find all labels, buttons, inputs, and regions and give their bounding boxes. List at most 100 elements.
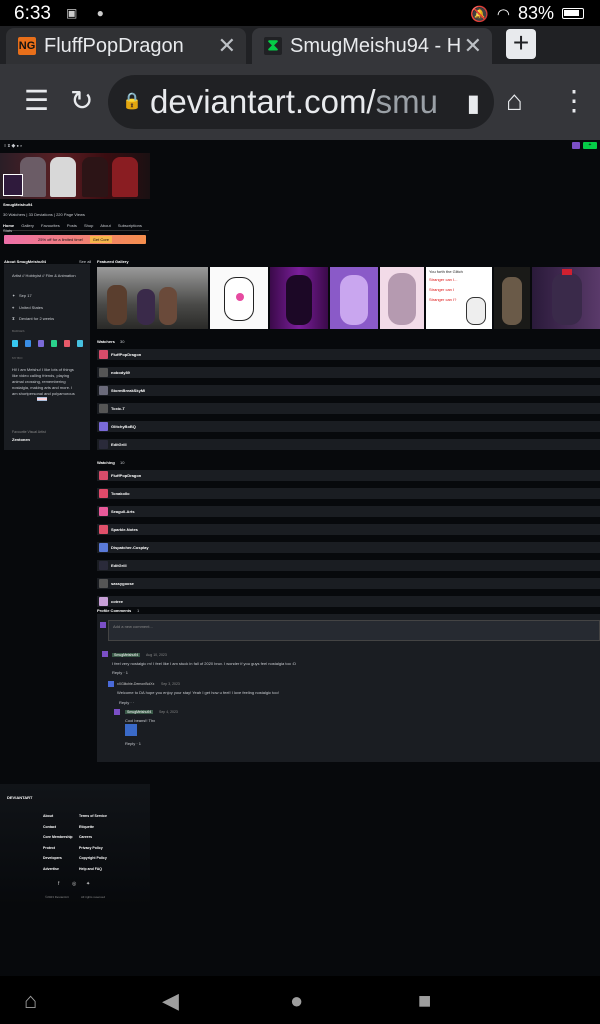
comment-author[interactable]: SmugMeishu94 [125, 710, 154, 714]
badge-icon[interactable] [64, 340, 70, 347]
favourite-value[interactable]: Zentonen [12, 437, 30, 442]
watcher-row[interactable]: Toxic-T [97, 403, 600, 414]
reload-icon[interactable]: ↻ [70, 86, 93, 116]
gallery-thumb[interactable] [97, 267, 208, 329]
watching-heading: Watching [97, 460, 115, 465]
tab-fluffpopdragon[interactable]: NG FluffPopDragon ✕ [6, 28, 246, 64]
thumb-caption: You forth the Glitch [429, 269, 463, 274]
watcher-row[interactable]: StormBreakSkyMl [97, 385, 600, 396]
thumb-figure [340, 275, 368, 325]
core-promo-banner[interactable]: 25% off for a limited time! Get Core [4, 235, 146, 244]
recents-button-icon[interactable]: ■ [418, 988, 431, 1014]
gallery-thumb[interactable] [330, 267, 378, 329]
watching-row[interactable]: Sparkle-Notes [97, 524, 600, 535]
gallery-thumb[interactable] [494, 267, 530, 329]
new-tab-button[interactable]: + [506, 29, 536, 59]
watcher-row[interactable]: nobody89 [97, 367, 600, 378]
avatar [99, 471, 108, 480]
badge-icon[interactable] [51, 340, 57, 347]
gallery-thumb[interactable] [210, 267, 268, 329]
comment-author[interactable]: SmugMeishu94 [112, 653, 141, 657]
footer-link[interactable]: Careers [79, 835, 92, 839]
close-tab-icon[interactable]: ✕ [218, 33, 236, 59]
facebook-icon[interactable]: f [58, 881, 59, 887]
footer-link[interactable]: Advertise [43, 867, 59, 871]
nav-icons[interactable]: ≡ ⧗ ◆ ● ⌕ [4, 143, 22, 148]
comment-actions[interactable]: Reply · · [119, 700, 134, 705]
watcher-row[interactable]: GlitchyBoBQ [97, 421, 600, 432]
comments-heading: Profile Comments [97, 608, 132, 613]
footer-link[interactable]: Copyright Policy [79, 856, 107, 860]
submit-button[interactable]: + [583, 142, 597, 149]
menu-icon[interactable]: ☰ [24, 86, 49, 116]
watcher-row[interactable]: FluffPopDragon [97, 349, 600, 360]
badge-icon[interactable] [12, 340, 18, 347]
comment-author[interactable]: xXGlitchie-DemonBoiXx [117, 682, 154, 686]
instagram-icon[interactable]: ◎ [72, 881, 76, 887]
bookmark-icon[interactable]: ▮ [467, 89, 480, 118]
gallery-thumb[interactable] [270, 267, 328, 329]
deviant-icon: ⧗ [12, 316, 15, 321]
tab-shop[interactable]: Shop [84, 223, 93, 228]
footer-link[interactable]: Terms of Service [79, 814, 107, 818]
location-icon: ⌖ [12, 305, 15, 310]
deviantart-logo[interactable]: DEVIANTART [7, 795, 32, 800]
footer-link[interactable]: Etiquette [79, 825, 94, 829]
twitter-icon[interactable]: ✦ [86, 881, 90, 887]
close-tab-icon[interactable]: ✕ [464, 33, 482, 59]
user-avatar[interactable] [3, 174, 23, 196]
comment-text: I feel very nostalgic rn! I feel like I … [112, 661, 297, 666]
watching-row[interactable]: cotree [97, 596, 600, 607]
tab-smugmeishu94[interactable]: ⧗ SmugMeishu94 - H ✕ [252, 28, 492, 64]
featured-heading: Featured Gallery [97, 259, 129, 264]
banner-art [20, 157, 46, 197]
footer-link[interactable]: Contact [43, 825, 56, 829]
watching-row[interactable]: Dispatcher-Cosplay [97, 542, 600, 553]
gallery-thumb[interactable]: You forth the Glitch Stranger can I... S… [426, 267, 492, 329]
comment-text: Welcome to DA hope you enjoy your stay! … [117, 690, 279, 695]
tab-gallery[interactable]: Gallery [21, 223, 34, 228]
badge-icon[interactable] [77, 340, 83, 347]
profile-avatar-small[interactable] [572, 142, 580, 149]
home-button-icon[interactable]: ● [290, 988, 303, 1014]
comment-actions[interactable]: Reply · 1 [125, 741, 141, 746]
comment-input[interactable]: Add a new comment... [108, 620, 600, 641]
footer-link[interactable]: Developers [43, 856, 62, 860]
badge-icon[interactable] [25, 340, 31, 347]
watching-row[interactable]: sassygoose [97, 578, 600, 589]
footer-link[interactable]: Protect [43, 846, 55, 850]
comment-date: Sep 4, 2023 [159, 710, 178, 714]
get-core-button[interactable]: Get Core [89, 236, 112, 243]
assistant-icon[interactable]: ⌂ [24, 988, 37, 1014]
tab-stats[interactable]: Stats [3, 228, 12, 233]
watching-row[interactable]: Tonakollo [97, 488, 600, 499]
badges-label: BADGES [12, 329, 25, 333]
comment-actions[interactable]: Reply · 1 [112, 670, 128, 675]
footer-link[interactable]: Core Membership [43, 835, 73, 839]
avatar [99, 543, 108, 552]
footer-link[interactable]: Help and FAQ [79, 867, 102, 871]
tab-subscriptions[interactable]: Subscriptions [118, 223, 142, 228]
watching-row[interactable]: EditGrill [97, 560, 600, 571]
deviantart-favicon-icon: ⧗ [264, 37, 282, 55]
gallery-thumb[interactable] [380, 267, 424, 329]
tab-posts[interactable]: Posts [67, 223, 77, 228]
url-text[interactable]: deviantart.com/smu [150, 83, 438, 121]
back-button-icon[interactable]: ◀ [162, 988, 179, 1014]
gallery-thumb[interactable] [532, 267, 600, 329]
comment-image[interactable] [125, 724, 137, 736]
watching-row[interactable]: FluffPopDragon [97, 470, 600, 481]
username[interactable]: SmugMeishu94 [3, 202, 32, 207]
footer-link[interactable]: About [43, 814, 53, 818]
tab-favourites[interactable]: Favourites [41, 223, 60, 228]
tab-about[interactable]: About [100, 223, 110, 228]
mute-icon: 🔕 [470, 5, 489, 23]
home-icon[interactable]: ⌂ [506, 86, 523, 116]
footer-link[interactable]: Privacy Policy [79, 846, 103, 850]
overflow-menu-icon[interactable]: ⋮ [560, 86, 588, 116]
avatar [108, 681, 114, 687]
badge-icon[interactable] [38, 340, 44, 347]
watcher-row[interactable]: EditGrill [97, 439, 600, 450]
address-bar[interactable]: 🔒 deviantart.com/smu ▮ [108, 75, 494, 129]
watching-row[interactable]: Seagull-Arts [97, 506, 600, 517]
